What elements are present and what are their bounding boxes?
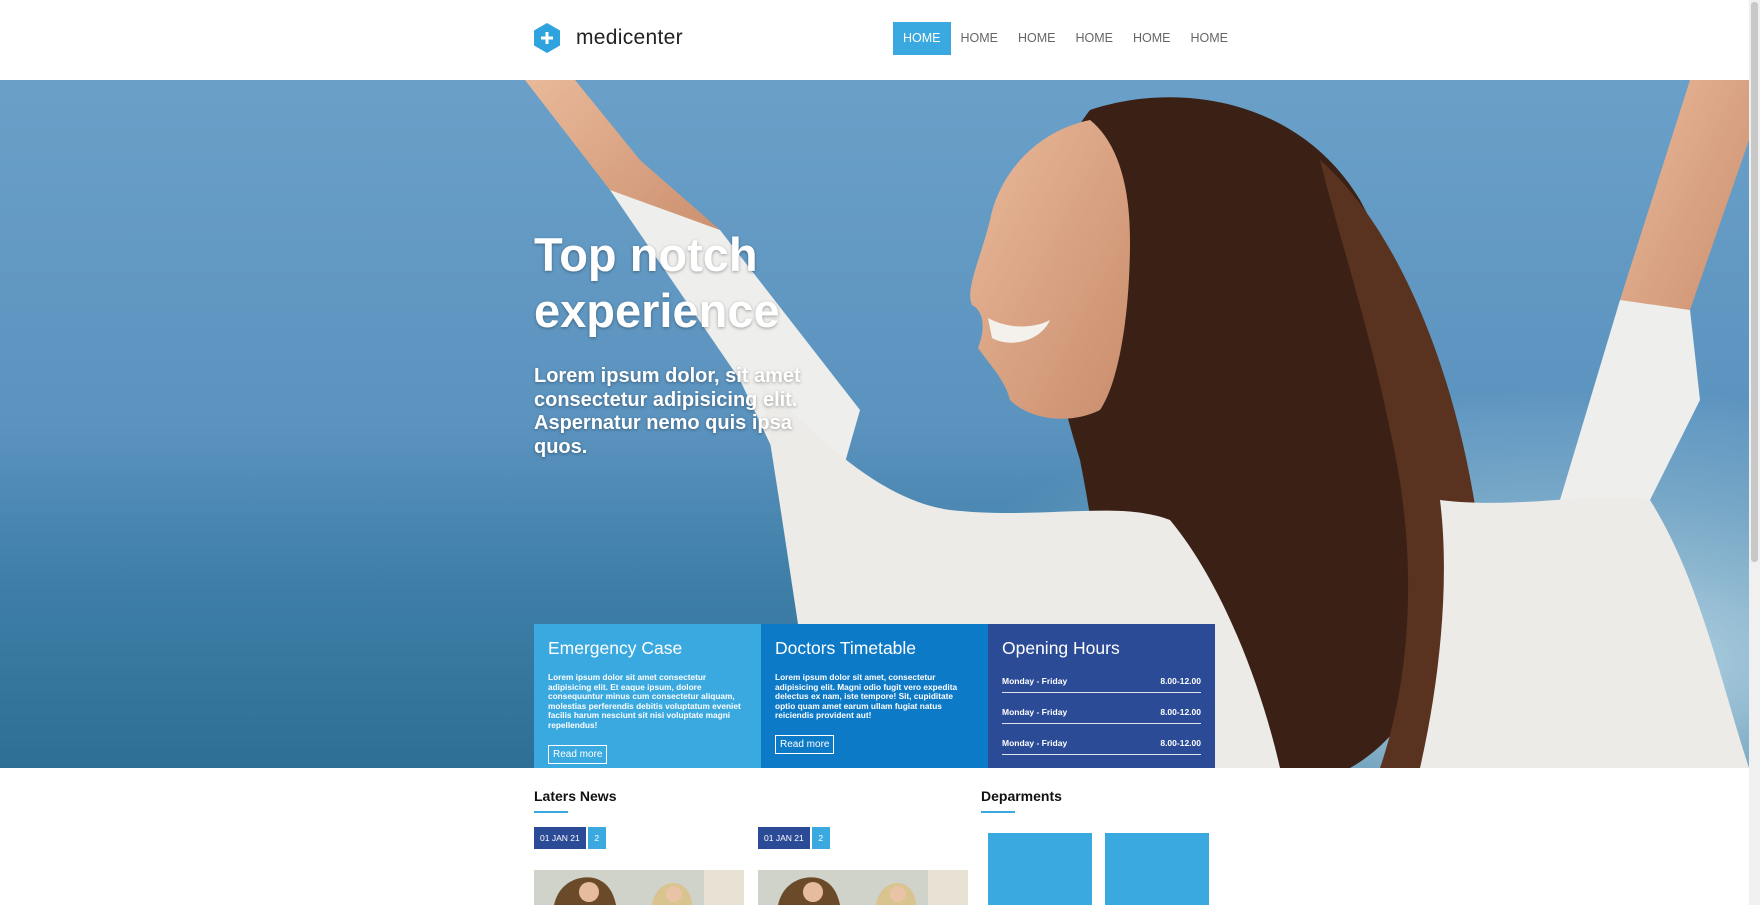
- emergency-case-text: Lorem ipsum dolor sit amet consectetur a…: [548, 672, 741, 730]
- news-comment-count[interactable]: 2: [587, 827, 606, 849]
- hours-day: Monday - Friday: [1002, 738, 1068, 748]
- hours-day: Monday - Friday: [1002, 676, 1068, 686]
- doctors-read-more-button[interactable]: Read more: [775, 734, 835, 754]
- news-item-meta: 01 JAN 21 2: [534, 827, 606, 849]
- hero-title: Top notch experience: [534, 227, 804, 339]
- hours-row: Monday - Friday 8.00-12.00: [1002, 704, 1201, 724]
- doctors-timetable-text: Lorem ipsum dolor sit amet, consectetur …: [775, 672, 958, 721]
- hours-time: 8.00-12.00: [1160, 676, 1201, 686]
- opening-hours-title: Opening Hours: [1002, 638, 1120, 658]
- nav-item-home-2[interactable]: HOME: [951, 22, 1009, 55]
- doctors-timetable-title: Doctors Timetable: [775, 638, 917, 658]
- news-image[interactable]: [758, 870, 968, 905]
- department-tile[interactable]: [988, 833, 1092, 905]
- news-image[interactable]: [534, 870, 744, 905]
- nav-item-home-6[interactable]: HOME: [1181, 22, 1239, 55]
- news-date-badge: 01 JAN 21: [758, 827, 810, 849]
- news-photo: [758, 870, 968, 905]
- department-tile[interactable]: [1105, 833, 1209, 905]
- opening-hours-box: Opening Hours Monday - Friday 8.00-12.00…: [988, 624, 1215, 768]
- news-comment-count[interactable]: 2: [811, 827, 830, 849]
- news-section-title: Laters News: [534, 788, 617, 804]
- news-date-badge: 01 JAN 21: [534, 827, 586, 849]
- site-header: medicenter HOME HOME HOME HOME HOME HOME: [0, 0, 1749, 81]
- scrollbar-thumb[interactable]: [1751, 2, 1758, 562]
- hours-day: Monday - Friday: [1002, 707, 1068, 717]
- nav-item-home-3[interactable]: HOME: [1008, 22, 1066, 55]
- news-item-meta: 01 JAN 21 2: [758, 827, 830, 849]
- emergency-case-title: Emergency Case: [548, 638, 683, 658]
- hero-subtitle: Lorem ipsum dolor, sit amet consectetur …: [534, 365, 801, 458]
- news-title-underline: [534, 811, 568, 813]
- nav-item-home-1[interactable]: HOME: [893, 22, 951, 55]
- medical-cross-icon: [534, 23, 560, 53]
- nav-item-home-4[interactable]: HOME: [1066, 22, 1124, 55]
- hours-time: 8.00-12.00: [1160, 707, 1201, 717]
- hours-time: 8.00-12.00: [1160, 738, 1201, 748]
- doctors-timetable-box: Doctors Timetable Lorem ipsum dolor sit …: [761, 624, 988, 768]
- hero-text: Top notch experience Lorem ipsum dolor, …: [534, 227, 804, 459]
- logo[interactable]: medicenter: [534, 23, 683, 53]
- hours-row: Monday - Friday 8.00-12.00: [1002, 735, 1201, 755]
- brand-name: medicenter: [576, 26, 683, 49]
- emergency-read-more-button[interactable]: Read more: [548, 744, 608, 764]
- hero-title-line-2: experience: [534, 284, 780, 337]
- main-nav: HOME HOME HOME HOME HOME HOME: [893, 22, 1238, 55]
- departments-section-title: Deparments: [981, 788, 1062, 804]
- hero-title-line-1: Top notch: [534, 228, 758, 281]
- departments-title-underline: [981, 811, 1015, 813]
- hours-row: Monday - Friday 8.00-12.00: [1002, 673, 1201, 693]
- news-photo: [534, 870, 744, 905]
- nav-item-home-5[interactable]: HOME: [1123, 22, 1181, 55]
- emergency-case-box: Emergency Case Lorem ipsum dolor sit ame…: [534, 624, 761, 768]
